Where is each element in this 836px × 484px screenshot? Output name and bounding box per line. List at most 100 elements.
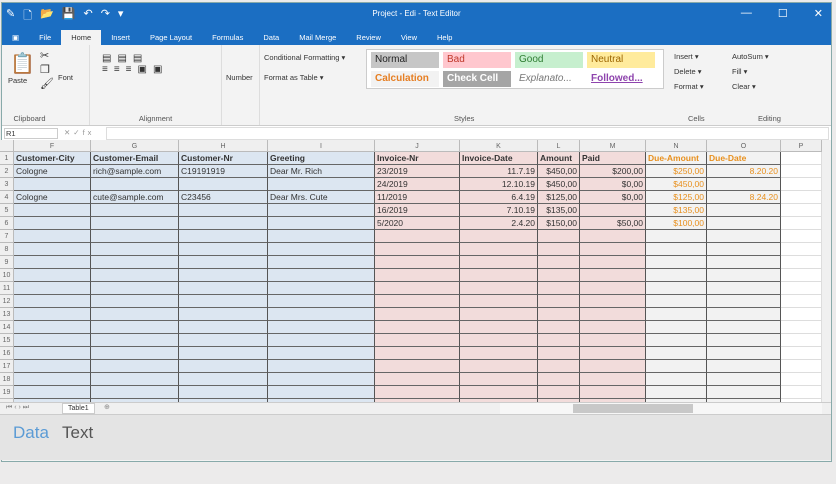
sheet-nav-icons[interactable]: ⏮ ‹ › ⏭ — [6, 404, 29, 412]
cell-G7[interactable] — [91, 230, 179, 243]
cell-H11[interactable] — [179, 282, 268, 295]
close-button[interactable]: ✕ — [814, 7, 823, 20]
cell-M16[interactable] — [580, 347, 646, 360]
cell-J15[interactable] — [375, 334, 460, 347]
row-header[interactable]: 11 — [0, 282, 14, 295]
cell-L7[interactable] — [538, 230, 580, 243]
tab-data[interactable]: Data — [13, 423, 49, 443]
header-cell[interactable]: Due-Amount — [646, 152, 707, 165]
cell-K19[interactable] — [460, 386, 538, 399]
select-all-corner[interactable] — [0, 140, 14, 152]
cell-O16[interactable] — [707, 347, 781, 360]
column-header-M[interactable]: M — [580, 140, 646, 152]
row-header[interactable]: 9 — [0, 256, 14, 269]
cell-M2[interactable]: $200,00 — [580, 165, 646, 178]
cell-M18[interactable] — [580, 373, 646, 386]
cell-M7[interactable] — [580, 230, 646, 243]
cell-I19[interactable] — [268, 386, 375, 399]
cell-I7[interactable] — [268, 230, 375, 243]
cell-H9[interactable] — [179, 256, 268, 269]
cell-G4[interactable]: cute@sample.com — [91, 191, 179, 204]
ribbon-menu-icon[interactable]: ▣ — [2, 30, 29, 45]
cell-I3[interactable] — [268, 178, 375, 191]
cell-L9[interactable] — [538, 256, 580, 269]
cell-K12[interactable] — [460, 295, 538, 308]
header-cell[interactable]: Customer-Nr — [179, 152, 268, 165]
cell-P2[interactable] — [781, 165, 822, 178]
cell-F11[interactable] — [14, 282, 91, 295]
cell-N15[interactable] — [646, 334, 707, 347]
font-button[interactable]: Font — [58, 73, 73, 82]
column-header-I[interactable]: I — [268, 140, 375, 152]
column-header-G[interactable]: G — [91, 140, 179, 152]
style-good[interactable]: Good — [515, 52, 583, 68]
cell-G13[interactable] — [91, 308, 179, 321]
cell-P12[interactable] — [781, 295, 822, 308]
cell-G16[interactable] — [91, 347, 179, 360]
column-header-J[interactable]: J — [375, 140, 460, 152]
cell-O10[interactable] — [707, 269, 781, 282]
cell-H17[interactable] — [179, 360, 268, 373]
cell-M8[interactable] — [580, 243, 646, 256]
cell-I4[interactable]: Dear Mrs. Cute — [268, 191, 375, 204]
header-cell[interactable] — [781, 152, 822, 165]
cell-L15[interactable] — [538, 334, 580, 347]
row-header[interactable]: 18 — [0, 373, 14, 386]
cell-H13[interactable] — [179, 308, 268, 321]
cell-L10[interactable] — [538, 269, 580, 282]
cell-M4[interactable]: $0,00 — [580, 191, 646, 204]
row-header[interactable]: 13 — [0, 308, 14, 321]
cell-J12[interactable] — [375, 295, 460, 308]
cell-K14[interactable] — [460, 321, 538, 334]
cell-I13[interactable] — [268, 308, 375, 321]
cell-M5[interactable] — [580, 204, 646, 217]
cell-J10[interactable] — [375, 269, 460, 282]
cell-F19[interactable] — [14, 386, 91, 399]
cell-F6[interactable] — [14, 217, 91, 230]
cell-K18[interactable] — [460, 373, 538, 386]
cell-N4[interactable]: $125,00 — [646, 191, 707, 204]
cell-F16[interactable] — [14, 347, 91, 360]
style-normal[interactable]: Normal — [371, 52, 439, 68]
cell-O15[interactable] — [707, 334, 781, 347]
row-header[interactable]: 1 — [0, 152, 14, 165]
cell-L8[interactable] — [538, 243, 580, 256]
cell-N16[interactable] — [646, 347, 707, 360]
cell-K8[interactable] — [460, 243, 538, 256]
cell-H10[interactable] — [179, 269, 268, 282]
cell-O6[interactable] — [707, 217, 781, 230]
cell-K11[interactable] — [460, 282, 538, 295]
style-followed[interactable]: Followed... — [587, 71, 655, 87]
cell-N17[interactable] — [646, 360, 707, 373]
cell-O2[interactable]: 8.20.20 — [707, 165, 781, 178]
cell-K7[interactable] — [460, 230, 538, 243]
cell-F7[interactable] — [14, 230, 91, 243]
tab-text[interactable]: Text — [62, 423, 93, 443]
formula-input[interactable] — [106, 127, 829, 140]
cell-G19[interactable] — [91, 386, 179, 399]
cell-G12[interactable] — [91, 295, 179, 308]
row-header[interactable]: 12 — [0, 295, 14, 308]
cell-G8[interactable] — [91, 243, 179, 256]
cell-O5[interactable] — [707, 204, 781, 217]
number-button[interactable]: Number — [226, 73, 253, 82]
cell-I9[interactable] — [268, 256, 375, 269]
cell-K4[interactable]: 6.4.19 — [460, 191, 538, 204]
row-header[interactable]: 2 — [0, 165, 14, 178]
tab-insert[interactable]: Insert — [101, 30, 140, 45]
cell-F8[interactable] — [14, 243, 91, 256]
column-header-L[interactable]: L — [538, 140, 580, 152]
cell-H2[interactable]: C19191919 — [179, 165, 268, 178]
cell-F18[interactable] — [14, 373, 91, 386]
cell-N2[interactable]: $250,00 — [646, 165, 707, 178]
cell-J14[interactable] — [375, 321, 460, 334]
cell-K5[interactable]: 7.10.19 — [460, 204, 538, 217]
cell-H8[interactable] — [179, 243, 268, 256]
header-cell[interactable]: Amount — [538, 152, 580, 165]
row-header[interactable]: 5 — [0, 204, 14, 217]
cell-N10[interactable] — [646, 269, 707, 282]
add-sheet-icon[interactable]: ⊕ — [104, 403, 110, 411]
cells-delete-button[interactable]: Delete ▾ — [674, 64, 704, 79]
cell-H4[interactable]: C23456 — [179, 191, 268, 204]
cell-P6[interactable] — [781, 217, 822, 230]
